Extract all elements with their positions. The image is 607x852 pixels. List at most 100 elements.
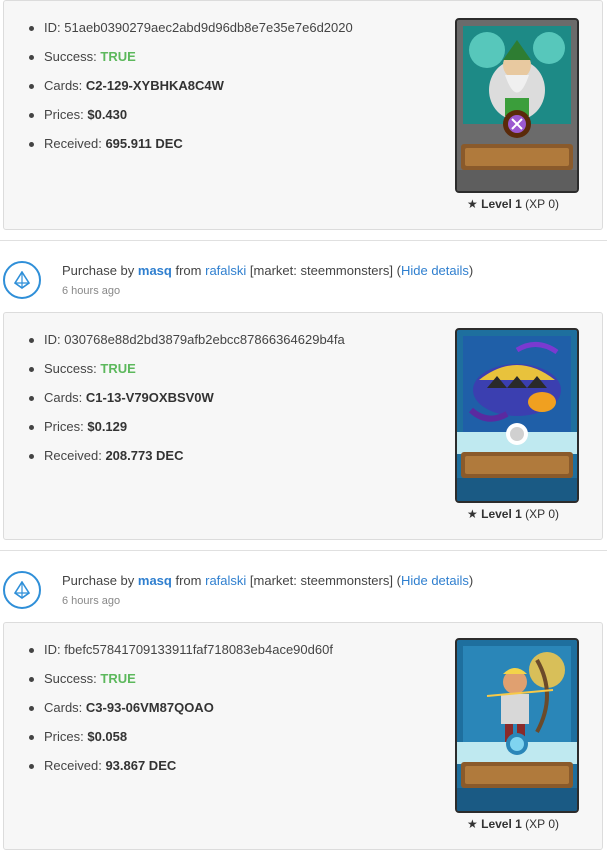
label-prices: Prices:: [44, 729, 84, 744]
transaction-details-panel: ID: 51aeb0390279aec2abd9d96db8e7e35e7e6d…: [3, 0, 603, 230]
star-icon: ★: [467, 507, 478, 521]
purchase-by-label: Purchase by: [62, 263, 135, 278]
detail-prices: Prices: $0.430: [28, 106, 353, 135]
event-timestamp: 6 hours ago: [62, 285, 121, 297]
value-cards: C1-13-V79OXBSV0W: [85, 390, 214, 405]
star-icon: ★: [467, 197, 478, 211]
market-name: steemmonsters: [300, 573, 390, 588]
label-cards: Cards:: [44, 78, 83, 93]
paren-close: ): [468, 573, 474, 588]
detail-cards: Cards: C2-129-XYBHKA8C4W: [28, 77, 353, 106]
xp-close: ): [555, 507, 559, 521]
purchase-summary: Purchase by masq from rafalski [market: …: [62, 573, 473, 588]
xp-label: (XP: [525, 817, 545, 831]
detail-id: ID: 030768e88d2bd3879afb2ebcc87866364629…: [28, 331, 345, 360]
from-label: from: [175, 263, 202, 278]
detail-cards: Cards: C1-13-V79OXBSV0W: [28, 389, 345, 418]
value-received: 93.867 DEC: [105, 758, 177, 773]
value-success: TRUE: [100, 671, 136, 686]
value-cards: C2-129-XYBHKA8C4W: [85, 78, 224, 93]
card-level-info: ★ Level 1 (XP 0): [467, 507, 577, 521]
label-id: ID:: [44, 332, 61, 347]
hide-details-link[interactable]: Hide details: [401, 263, 469, 278]
value-prices: $0.129: [87, 419, 128, 434]
level-label: Level: [481, 817, 512, 831]
value-success: TRUE: [100, 49, 136, 64]
star-icon: ★: [467, 817, 478, 831]
paren-close: ): [468, 263, 474, 278]
detail-prices: Prices: $0.058: [28, 728, 333, 757]
seller-link[interactable]: rafalski: [205, 573, 246, 588]
detail-prices: Prices: $0.129: [28, 418, 345, 447]
detail-success: Success: TRUE: [28, 48, 353, 77]
label-prices: Prices:: [44, 419, 84, 434]
level-value: 1: [515, 197, 522, 211]
event-timestamp: 6 hours ago: [62, 595, 121, 607]
purchase-by-label: Purchase by: [62, 573, 135, 588]
xp-label: (XP: [525, 197, 545, 211]
label-success: Success:: [44, 361, 97, 376]
market-prefix: [market:: [249, 573, 301, 588]
xp-close: ): [555, 197, 559, 211]
archer-card-icon[interactable]: [455, 638, 579, 813]
label-success: Success:: [44, 49, 97, 64]
transaction-details-list: ID: fbefc57841709133911faf718083eb4ace90…: [28, 641, 333, 786]
detail-id: ID: fbefc57841709133911faf718083eb4ace90…: [28, 641, 333, 670]
value-success: TRUE: [100, 361, 136, 376]
steem-monsters-icon: [3, 571, 41, 609]
label-cards: Cards:: [44, 700, 83, 715]
wizard-card-icon[interactable]: [455, 18, 579, 193]
detail-success: Success: TRUE: [28, 670, 333, 699]
from-label: from: [175, 573, 202, 588]
level-value: 1: [515, 507, 522, 521]
value-received: 208.773 DEC: [105, 448, 184, 463]
transaction-details-panel: ID: fbefc57841709133911faf718083eb4ace90…: [3, 622, 603, 850]
value-prices: $0.058: [87, 729, 128, 744]
label-received: Received:: [44, 758, 102, 773]
detail-received: Received: 695.911 DEC: [28, 135, 353, 164]
detail-id: ID: 51aeb0390279aec2abd9d96db8e7e35e7e6d…: [28, 19, 353, 48]
xp-value: 0: [548, 817, 555, 831]
xp-value: 0: [548, 197, 555, 211]
label-cards: Cards:: [44, 390, 83, 405]
level-label: Level: [481, 507, 512, 521]
card-level-info: ★ Level 1 (XP 0): [467, 197, 577, 211]
label-prices: Prices:: [44, 107, 84, 122]
purchase-summary: Purchase by masq from rafalski [market: …: [62, 263, 473, 278]
market-name: steemmonsters: [300, 263, 390, 278]
value-cards: C3-93-06VM87QOAO: [85, 700, 214, 715]
card-level-info: ★ Level 1 (XP 0): [467, 817, 577, 831]
level-value: 1: [515, 817, 522, 831]
value-prices: $0.430: [87, 107, 128, 122]
transaction-details-panel: ID: 030768e88d2bd3879afb2ebcc87866364629…: [3, 312, 603, 540]
market-prefix: [market:: [249, 263, 301, 278]
purchase-event-header: Purchase by masq from rafalski [market: …: [0, 551, 607, 621]
market-suffix: ]: [389, 263, 393, 278]
detail-received: Received: 93.867 DEC: [28, 757, 333, 786]
label-received: Received:: [44, 136, 102, 151]
level-label: Level: [481, 197, 512, 211]
value-received: 695.911 DEC: [105, 136, 183, 151]
value-id: 030768e88d2bd3879afb2ebcc87866364629b4fa: [64, 332, 345, 347]
xp-value: 0: [548, 507, 555, 521]
purchase-event-header: Purchase by masq from rafalski [market: …: [0, 241, 607, 311]
detail-received: Received: 208.773 DEC: [28, 447, 345, 476]
xp-label: (XP: [525, 507, 545, 521]
label-received: Received:: [44, 448, 102, 463]
detail-cards: Cards: C3-93-06VM87QOAO: [28, 699, 333, 728]
sea-monster-card-icon[interactable]: [455, 328, 579, 503]
buyer-link[interactable]: masq: [138, 263, 172, 278]
label-id: ID:: [44, 642, 61, 657]
transaction-details-list: ID: 030768e88d2bd3879afb2ebcc87866364629…: [28, 331, 345, 476]
detail-success: Success: TRUE: [28, 360, 345, 389]
label-id: ID:: [44, 20, 61, 35]
seller-link[interactable]: rafalski: [205, 263, 246, 278]
value-id: fbefc57841709133911faf718083eb4ace90d60f: [64, 642, 333, 657]
xp-close: ): [555, 817, 559, 831]
market-suffix: ]: [389, 573, 393, 588]
steem-monsters-icon: [3, 261, 41, 299]
buyer-link[interactable]: masq: [138, 573, 172, 588]
hide-details-link[interactable]: Hide details: [401, 573, 469, 588]
label-success: Success:: [44, 671, 97, 686]
value-id: 51aeb0390279aec2abd9d96db8e7e35e7e6d2020: [64, 20, 353, 35]
